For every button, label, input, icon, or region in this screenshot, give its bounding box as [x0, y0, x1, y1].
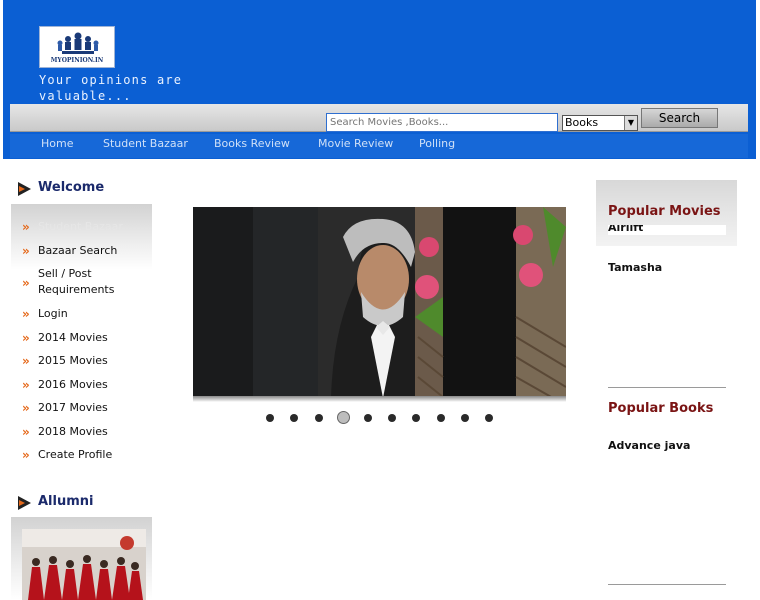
alumni-heading: Allumni	[38, 494, 94, 509]
double-chevron-icon: »	[22, 307, 30, 321]
nav-student-bazaar[interactable]: Student Bazaar	[103, 137, 188, 150]
slider-dot[interactable]	[412, 414, 420, 422]
double-chevron-icon: »	[22, 276, 30, 290]
category-select-value: Books	[565, 116, 599, 129]
logo-text: MYOPINION.IN	[50, 57, 104, 64]
double-chevron-icon: »	[22, 448, 30, 462]
welcome-heading: Welcome	[38, 180, 105, 195]
alumni-photo[interactable]	[22, 529, 146, 600]
double-chevron-icon: »	[22, 220, 30, 234]
slider-dot[interactable]	[388, 414, 396, 422]
popular-movie-item[interactable]: Tamasha	[608, 261, 662, 274]
search-input[interactable]	[326, 113, 558, 132]
category-select[interactable]: Books ▼	[562, 115, 638, 131]
popular-books-heading: Popular Books	[608, 401, 714, 416]
slider-dot[interactable]	[315, 414, 323, 422]
double-chevron-icon: »	[22, 354, 30, 368]
search-button[interactable]: Search	[641, 108, 718, 128]
arrow-bullet-icon	[18, 182, 31, 196]
popular-movies-heading: Popular Movies	[608, 204, 721, 219]
nav-polling[interactable]: Polling	[419, 137, 455, 150]
slider-dot[interactable]	[437, 414, 445, 422]
sidebar-item-sell-post[interactable]: » Sell / Post Requirements	[22, 266, 152, 298]
slider-dot[interactable]	[290, 414, 298, 422]
tagline-line-2: valuable...	[39, 89, 132, 103]
double-chevron-icon: »	[22, 331, 30, 345]
divider	[608, 584, 726, 585]
chevron-down-icon[interactable]: ▼	[624, 116, 637, 130]
slider-dot-active[interactable]	[337, 411, 350, 424]
sidebar-menu-bg	[11, 204, 152, 270]
divider	[608, 387, 726, 388]
tagline-line-1: Your opinions are	[39, 73, 183, 87]
slider-dot[interactable]	[461, 414, 469, 422]
tagline: Your opinions are valuable...	[39, 72, 199, 104]
double-chevron-icon: »	[22, 244, 30, 258]
slider-shadow	[193, 396, 566, 402]
site-logo[interactable]: MYOPINION.IN	[39, 26, 115, 68]
double-chevron-icon: »	[22, 401, 30, 415]
nav-home[interactable]: Home	[41, 137, 73, 150]
double-chevron-icon: »	[22, 378, 30, 392]
slider-dot[interactable]	[485, 414, 493, 422]
popular-movie-item[interactable]: Airlift	[608, 225, 643, 234]
popular-movie-item-clip: Airlift	[608, 225, 726, 235]
slider-dot[interactable]	[266, 414, 274, 422]
arrow-bullet-icon	[18, 496, 31, 510]
slider-dot[interactable]	[364, 414, 372, 422]
popular-book-item[interactable]: Advance java	[608, 439, 690, 452]
image-slider[interactable]	[193, 207, 566, 398]
double-chevron-icon: »	[22, 425, 30, 439]
nav-books-review[interactable]: Books Review	[214, 137, 290, 150]
nav-movie-review[interactable]: Movie Review	[318, 137, 393, 150]
